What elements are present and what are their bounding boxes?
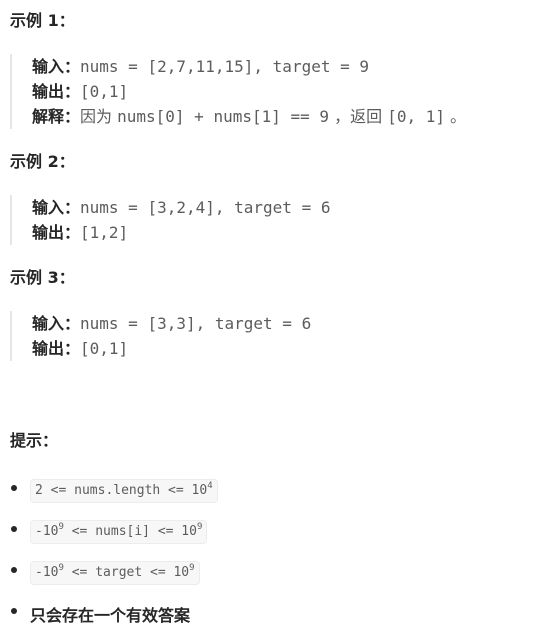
example-2-output-line: 输出：[1,2] (32, 220, 330, 245)
example-2-input-line: 输入：nums = [3,2,4], target = 6 (32, 195, 330, 220)
example-2-title: 示例 2： (10, 152, 75, 171)
input-value: nums = [2,7,11,15], target = 9 (80, 57, 369, 76)
explanation-mid: ，返回 (329, 107, 388, 126)
constraint-item: 只会存在一个有效答案 (10, 593, 218, 634)
constraint-prefix: -10 (35, 523, 59, 539)
constraint-exponent: 9 (196, 521, 203, 532)
constraints-list: 2 <= nums.length <= 104 -10 9 <= nums[i] … (10, 470, 218, 634)
constraint-text: 2 <= nums.length <= 10 (35, 482, 208, 498)
explanation-suffix: 。 (445, 107, 467, 126)
bullet-icon (11, 567, 17, 573)
example-3-block: 输入：nums = [3,3], target = 6 输出：[0,1] (10, 311, 311, 361)
explanation-prefix: 因为 (80, 107, 118, 126)
constraint-code: -109 <= nums[i] <= 109 (30, 519, 208, 544)
constraint-exponent: 9 (189, 562, 195, 573)
example-1-input-line: 输入：nums = [2,7,11,15], target = 9 (32, 54, 466, 79)
constraint-code: -109 <= target <= 109 (30, 560, 200, 585)
example-2-block: 输入：nums = [3,2,4], target = 6 输出：[1,2] (10, 195, 330, 245)
final-note: 只会存在一个有效答案 (30, 605, 191, 625)
output-value: [0,1] (80, 82, 129, 101)
example-3-output-line: 输出：[0,1] (32, 336, 311, 361)
output-value: [0,1] (80, 339, 129, 358)
input-label: 输入： (32, 198, 81, 217)
constraint-text: <= target <= 10 (63, 564, 190, 580)
example-1-block: 输入：nums = [2,7,11,15], target = 9 输出：[0,… (10, 54, 466, 129)
output-label: 输出： (32, 223, 81, 242)
input-value: nums = [3,3], target = 6 (80, 314, 312, 333)
constraint-item: -109 <= target <= 109 (10, 552, 218, 593)
input-label: 输入： (32, 314, 81, 333)
bullet-icon (11, 608, 17, 614)
output-label: 输出： (32, 82, 81, 101)
bullet-icon (11, 526, 17, 532)
example-1-output-line: 输出：[0,1] (32, 79, 466, 104)
explanation-expression: nums[0] + nums[1] == 9 (117, 107, 330, 126)
output-label: 输出： (32, 339, 81, 358)
bullet-icon (11, 485, 17, 491)
output-value: [1,2] (80, 223, 129, 242)
constraint-prefix: -10 (35, 564, 59, 580)
example-3-title: 示例 3： (10, 268, 75, 287)
example-1-explanation-line: 解释：因为 nums[0] + nums[1] == 9 ，返回 [0, 1] … (32, 104, 466, 129)
explanation-label: 解释： (32, 107, 81, 126)
example-1-title: 示例 1： (10, 11, 75, 30)
input-value: nums = [3,2,4], target = 6 (80, 198, 331, 217)
input-label: 输入： (32, 57, 81, 76)
constraint-exponent: 4 (207, 480, 213, 491)
explanation-result: [0, 1] (387, 107, 446, 126)
constraint-item: 2 <= nums.length <= 104 (10, 470, 218, 511)
example-3-input-line: 输入：nums = [3,3], target = 6 (32, 311, 311, 336)
constraint-item: -109 <= nums[i] <= 109 (10, 511, 218, 552)
constraint-code: 2 <= nums.length <= 104 (30, 478, 218, 503)
constraints-title: 提示： (10, 431, 59, 450)
constraint-text: <= nums[i] <= 10 (63, 523, 197, 539)
